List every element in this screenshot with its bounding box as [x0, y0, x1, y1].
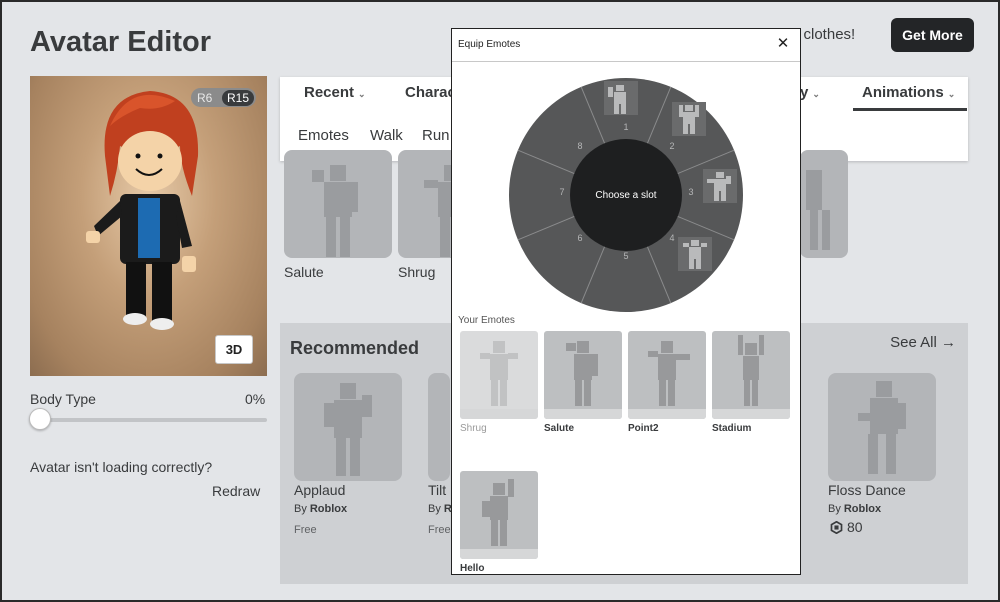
view-3d-button[interactable]: 3D	[215, 335, 253, 364]
nav-tab-characters[interactable]: Charac	[405, 84, 456, 101]
applaud-thumbnail	[324, 383, 372, 476]
slot-number: 8	[577, 141, 582, 151]
stadium-thumbnail	[738, 335, 764, 406]
point2-thumbnail	[648, 341, 690, 406]
nav-tab-body[interactable]: y ⌄	[800, 84, 820, 101]
salute-thumbnail	[312, 165, 358, 257]
item-name: Shrug	[398, 264, 436, 280]
emote-name: Shrug	[460, 423, 487, 434]
hello-thumbnail	[482, 479, 514, 546]
rig-r6-option[interactable]: R6	[197, 91, 212, 105]
see-all-link[interactable]: See All →	[890, 334, 956, 351]
avatar-figure	[86, 91, 199, 330]
price-value: 80	[847, 519, 863, 535]
body-type-label: Body Type	[30, 391, 96, 407]
emote-card-shrug[interactable]	[460, 331, 538, 419]
nav-tab-label: Recent	[304, 84, 355, 101]
rec-card-floss-dance[interactable]	[828, 373, 936, 481]
rec-item-name[interactable]: Tilt	[428, 482, 446, 498]
slot-number: 3	[688, 187, 693, 197]
slot-number: 5	[623, 251, 628, 261]
slot-3-emote[interactable]	[703, 169, 737, 203]
salute-thumbnail	[566, 341, 598, 406]
active-tab-indicator	[853, 108, 967, 111]
emote-card-hello[interactable]	[460, 471, 538, 559]
slot-number: 1	[623, 122, 628, 132]
page-title: Avatar Editor	[30, 26, 212, 58]
chevron-down-icon: ⌄	[947, 89, 956, 99]
subtab-run[interactable]: Run	[422, 127, 450, 144]
equip-emotes-modal: Equip Emotes ✕ 1 2 3 4 5 6 7 8 Choose a …	[451, 28, 801, 575]
body-type-value: 0%	[245, 391, 266, 407]
by-label: By	[428, 503, 441, 515]
see-all-label: See All	[890, 334, 937, 351]
recommended-title: Recommended	[290, 338, 420, 358]
slot-4-emote[interactable]	[678, 237, 712, 271]
robux-icon	[830, 520, 843, 534]
emote-name: Stadium	[712, 423, 752, 434]
rec-item-name[interactable]: Floss Dance	[828, 482, 906, 498]
body-type-slider-knob[interactable]	[29, 408, 51, 430]
get-more-button[interactable]: Get More	[891, 18, 974, 52]
rec-card-tilt[interactable]	[428, 373, 450, 481]
rec-item-price: 80	[830, 519, 863, 535]
by-label: By	[828, 503, 841, 515]
emote-card-salute[interactable]	[544, 331, 622, 419]
rec-card-applaud[interactable]	[294, 373, 402, 481]
item-card-salute[interactable]	[284, 150, 392, 258]
rec-item-creator: By R	[428, 503, 452, 515]
slot-1-emote[interactable]	[604, 81, 638, 115]
body-type-slider-track[interactable]	[30, 418, 267, 422]
emote-name: Point2	[628, 423, 659, 434]
creator-name[interactable]: Roblox	[844, 503, 881, 515]
redraw-link[interactable]: Redraw	[212, 483, 260, 499]
rec-item-price: Free	[294, 524, 317, 536]
rec-item-price: Free	[428, 524, 451, 536]
chevron-down-icon: ⌄	[812, 89, 820, 99]
slot-number: 7	[559, 187, 564, 197]
by-label: By	[294, 503, 307, 515]
rec-item-creator: By Roblox	[294, 503, 347, 515]
nav-tab-label: Animations	[862, 84, 944, 101]
slot-number: 6	[577, 233, 582, 243]
floss-dance-thumbnail	[858, 381, 906, 474]
item-name: Salute	[284, 264, 324, 280]
emote-name: Salute	[544, 423, 575, 434]
rig-type-toggle[interactable]: R6 R15	[191, 88, 256, 107]
emote-name: Hello	[460, 563, 485, 574]
nav-tab-recent[interactable]: Recent ⌄	[304, 84, 366, 101]
rec-item-name[interactable]: Applaud	[294, 482, 345, 498]
emote-wheel[interactable]: 1 2 3 4 5 6 7 8 Choose a slot	[508, 77, 744, 313]
modal-divider	[452, 61, 800, 62]
modal-title: Equip Emotes	[458, 39, 521, 50]
slot-number: 4	[669, 233, 674, 243]
choose-slot-label: Choose a slot	[595, 190, 656, 201]
slot-2-emote[interactable]	[672, 102, 706, 136]
subtab-emotes[interactable]: Emotes	[298, 127, 349, 144]
rig-r15-option[interactable]: R15	[221, 89, 254, 106]
avatar-preview: R6 R15 3D	[30, 76, 267, 376]
emote-thumbnail	[806, 170, 830, 250]
chevron-down-icon: ⌄	[358, 89, 366, 99]
shrug-thumbnail	[480, 341, 518, 406]
subtab-walk[interactable]: Walk	[370, 127, 403, 144]
emote-card-stadium[interactable]	[712, 331, 790, 419]
item-card-partial[interactable]	[800, 150, 848, 258]
nav-tab-label: Charac	[405, 84, 456, 101]
loading-help-text: Avatar isn't loading correctly?	[30, 459, 213, 475]
creator-name[interactable]: Roblox	[310, 503, 347, 515]
nav-tab-animations[interactable]: Animations ⌄	[862, 84, 955, 101]
emote-card-point2[interactable]	[628, 331, 706, 419]
close-icon[interactable]: ✕	[775, 34, 791, 52]
rec-item-creator: By Roblox	[828, 503, 881, 515]
arrow-right-icon: →	[941, 334, 956, 351]
your-emotes-label: Your Emotes	[458, 315, 515, 326]
slot-number: 2	[669, 141, 674, 151]
nav-tab-label: y	[800, 84, 809, 101]
